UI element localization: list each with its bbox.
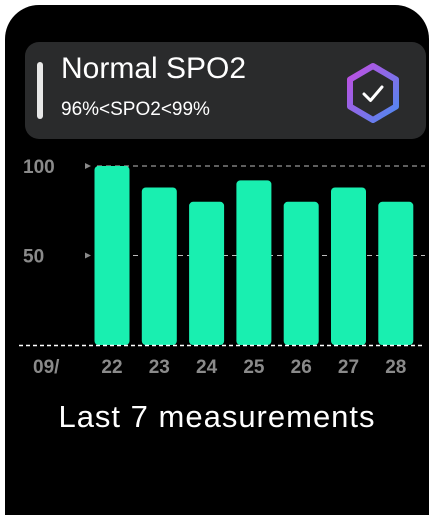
spo2-bar-chart: 100 50 09/22 23 24 25 26 27 28 [19, 157, 425, 378]
x-tick-label: 28 [385, 357, 406, 378]
status-title: Normal SPO2 [61, 52, 247, 85]
x-tick-label: 22 [101, 357, 122, 378]
status-accent-bar [37, 62, 43, 119]
y-tick-marker [85, 163, 91, 169]
bar [141, 187, 177, 345]
spo2-status-card[interactable]: Normal SPO2 96%<SPO2<99% [25, 42, 426, 139]
y-tick-marker [85, 252, 91, 259]
bar [283, 201, 319, 345]
bar [189, 201, 225, 345]
x-prefix-label: 09/ [33, 357, 60, 378]
hexagon-check-icon [347, 63, 399, 123]
status-range: 96%<SPO2<99% [61, 99, 210, 120]
bar [94, 166, 130, 345]
chart-caption: Last 7 measurements [58, 399, 376, 434]
watch-screen: Normal SPO2 96%<SPO2<99% 100 50 09/22 23 24 2… [5, 5, 429, 515]
x-tick-label: 23 [149, 357, 170, 378]
x-tick-label: 25 [243, 357, 265, 378]
bar [378, 201, 414, 345]
x-tick-label: 26 [291, 357, 312, 378]
x-tick-label: 24 [196, 357, 218, 378]
y-tick-label: 50 [23, 247, 44, 268]
bar [331, 187, 366, 345]
y-tick-label: 100 [23, 157, 55, 178]
bar [236, 180, 272, 345]
x-tick-label: 27 [338, 357, 359, 378]
